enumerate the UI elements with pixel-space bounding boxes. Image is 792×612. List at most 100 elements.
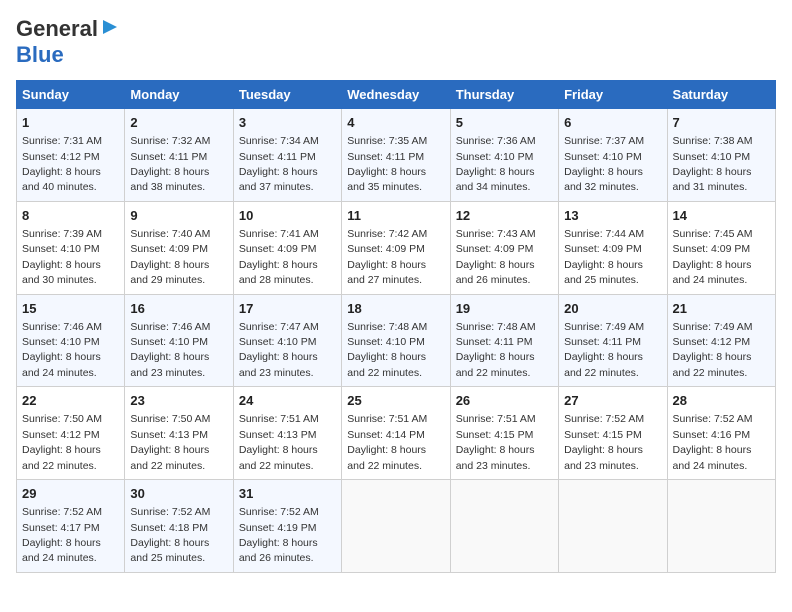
sunrise-text: Sunrise: 7:40 AMSunset: 4:09 PMDaylight:… [130, 228, 210, 286]
calendar-cell: 24 Sunrise: 7:51 AMSunset: 4:13 PMDayligh… [233, 387, 341, 480]
day-number: 27 [564, 392, 661, 410]
day-number: 21 [673, 300, 770, 318]
calendar-cell: 31 Sunrise: 7:52 AMSunset: 4:19 PMDayligh… [233, 480, 341, 573]
day-number: 6 [564, 114, 661, 132]
day-number: 30 [130, 485, 227, 503]
calendar-cell: 11 Sunrise: 7:42 AMSunset: 4:09 PMDayligh… [342, 201, 450, 294]
sunrise-text: Sunrise: 7:48 AMSunset: 4:10 PMDaylight:… [347, 321, 427, 379]
day-number: 9 [130, 207, 227, 225]
calendar-cell: 1Sunrise: 7:31 AMSunset: 4:12 PMDaylight… [17, 109, 125, 202]
sunrise-text: Sunrise: 7:52 AMSunset: 4:15 PMDaylight:… [564, 413, 644, 471]
calendar-cell: 17 Sunrise: 7:47 AMSunset: 4:10 PMDayligh… [233, 294, 341, 387]
calendar-table: SundayMondayTuesdayWednesdayThursdayFrid… [16, 80, 776, 573]
col-header-saturday: Saturday [667, 81, 775, 109]
sunrise-text: Sunrise: 7:47 AMSunset: 4:10 PMDaylight:… [239, 321, 319, 379]
calendar-cell: 5 Sunrise: 7:36 AMSunset: 4:10 PMDaylight… [450, 109, 558, 202]
day-number: 11 [347, 207, 444, 225]
calendar-cell: 2 Sunrise: 7:32 AMSunset: 4:11 PMDaylight… [125, 109, 233, 202]
sunrise-text: Sunrise: 7:42 AMSunset: 4:09 PMDaylight:… [347, 228, 427, 286]
calendar-cell: 3 Sunrise: 7:34 AMSunset: 4:11 PMDaylight… [233, 109, 341, 202]
calendar-cell: 16 Sunrise: 7:46 AMSunset: 4:10 PMDayligh… [125, 294, 233, 387]
calendar-cell: 13 Sunrise: 7:44 AMSunset: 4:09 PMDayligh… [559, 201, 667, 294]
sunrise-text: Sunrise: 7:41 AMSunset: 4:09 PMDaylight:… [239, 228, 319, 286]
calendar-cell [559, 480, 667, 573]
day-number: 23 [130, 392, 227, 410]
sunrise-text: Sunrise: 7:46 AMSunset: 4:10 PMDaylight:… [130, 321, 210, 379]
day-number: 3 [239, 114, 336, 132]
sunrise-text: Sunrise: 7:51 AMSunset: 4:14 PMDaylight:… [347, 413, 427, 471]
calendar-cell: 10Sunrise: 7:41 AMSunset: 4:09 PMDayligh… [233, 201, 341, 294]
sunrise-text: Sunrise: 7:50 AMSunset: 4:12 PMDaylight:… [22, 413, 102, 471]
page-header: General Blue [16, 16, 776, 68]
day-number: 22 [22, 392, 119, 410]
sunrise-text: Sunrise: 7:52 AMSunset: 4:19 PMDaylight:… [239, 506, 319, 564]
calendar-cell: 9 Sunrise: 7:40 AMSunset: 4:09 PMDaylight… [125, 201, 233, 294]
col-header-sunday: Sunday [17, 81, 125, 109]
col-header-monday: Monday [125, 81, 233, 109]
day-number: 20 [564, 300, 661, 318]
sunrise-text: Sunrise: 7:34 AMSunset: 4:11 PMDaylight:… [239, 135, 319, 193]
calendar-cell [342, 480, 450, 573]
sunrise-text: Sunrise: 7:38 AMSunset: 4:10 PMDaylight:… [673, 135, 753, 193]
day-number: 7 [673, 114, 770, 132]
logo: General Blue [16, 16, 119, 68]
sunrise-text: Sunrise: 7:44 AMSunset: 4:09 PMDaylight:… [564, 228, 644, 286]
calendar-cell: 26 Sunrise: 7:51 AMSunset: 4:15 PMDayligh… [450, 387, 558, 480]
calendar-cell: 7 Sunrise: 7:38 AMSunset: 4:10 PMDaylight… [667, 109, 775, 202]
day-number: 5 [456, 114, 553, 132]
day-number: 4 [347, 114, 444, 132]
logo-general: General [16, 16, 98, 42]
day-number: 14 [673, 207, 770, 225]
day-number: 16 [130, 300, 227, 318]
sunrise-text: Sunrise: 7:49 AMSunset: 4:12 PMDaylight:… [673, 321, 753, 379]
sunrise-text: Sunrise: 7:35 AMSunset: 4:11 PMDaylight:… [347, 135, 427, 193]
calendar-cell: 4 Sunrise: 7:35 AMSunset: 4:11 PMDaylight… [342, 109, 450, 202]
calendar-cell: 12 Sunrise: 7:43 AMSunset: 4:09 PMDayligh… [450, 201, 558, 294]
day-number: 25 [347, 392, 444, 410]
logo-arrow-icon [101, 18, 119, 41]
calendar-cell: 30 Sunrise: 7:52 AMSunset: 4:18 PMDayligh… [125, 480, 233, 573]
day-number: 2 [130, 114, 227, 132]
day-number: 24 [239, 392, 336, 410]
sunrise-text: Sunrise: 7:52 AMSunset: 4:16 PMDaylight:… [673, 413, 753, 471]
day-number: 18 [347, 300, 444, 318]
calendar-cell: 27 Sunrise: 7:52 AMSunset: 4:15 PMDayligh… [559, 387, 667, 480]
calendar-cell: 21 Sunrise: 7:49 AMSunset: 4:12 PMDayligh… [667, 294, 775, 387]
sunrise-text: Sunrise: 7:37 AMSunset: 4:10 PMDaylight:… [564, 135, 644, 193]
sunrise-text: Sunrise: 7:36 AMSunset: 4:10 PMDaylight:… [456, 135, 536, 193]
calendar-cell: 6 Sunrise: 7:37 AMSunset: 4:10 PMDaylight… [559, 109, 667, 202]
calendar-cell: 22 Sunrise: 7:50 AMSunset: 4:12 PMDayligh… [17, 387, 125, 480]
calendar-cell: 25 Sunrise: 7:51 AMSunset: 4:14 PMDayligh… [342, 387, 450, 480]
calendar-cell: 18 Sunrise: 7:48 AMSunset: 4:10 PMDayligh… [342, 294, 450, 387]
calendar-cell: 20 Sunrise: 7:49 AMSunset: 4:11 PMDayligh… [559, 294, 667, 387]
sunrise-text: Sunrise: 7:48 AMSunset: 4:11 PMDaylight:… [456, 321, 536, 379]
sunrise-text: Sunrise: 7:32 AMSunset: 4:11 PMDaylight:… [130, 135, 210, 193]
calendar-cell: 23 Sunrise: 7:50 AMSunset: 4:13 PMDayligh… [125, 387, 233, 480]
logo-blue: Blue [16, 42, 64, 67]
sunrise-text: Sunrise: 7:43 AMSunset: 4:09 PMDaylight:… [456, 228, 536, 286]
sunrise-text: Sunrise: 7:31 AMSunset: 4:12 PMDaylight:… [22, 135, 102, 193]
calendar-cell: 19 Sunrise: 7:48 AMSunset: 4:11 PMDayligh… [450, 294, 558, 387]
sunrise-text: Sunrise: 7:51 AMSunset: 4:15 PMDaylight:… [456, 413, 536, 471]
calendar-cell: 8Sunrise: 7:39 AMSunset: 4:10 PMDaylight… [17, 201, 125, 294]
day-number: 28 [673, 392, 770, 410]
day-number: 31 [239, 485, 336, 503]
day-number: 15 [22, 300, 119, 318]
sunrise-text: Sunrise: 7:45 AMSunset: 4:09 PMDaylight:… [673, 228, 753, 286]
col-header-wednesday: Wednesday [342, 81, 450, 109]
sunrise-text: Sunrise: 7:51 AMSunset: 4:13 PMDaylight:… [239, 413, 319, 471]
sunrise-text: Sunrise: 7:50 AMSunset: 4:13 PMDaylight:… [130, 413, 210, 471]
sunrise-text: Sunrise: 7:52 AMSunset: 4:18 PMDaylight:… [130, 506, 210, 564]
day-number: 17 [239, 300, 336, 318]
col-header-thursday: Thursday [450, 81, 558, 109]
day-number: 29 [22, 485, 119, 503]
day-number: 19 [456, 300, 553, 318]
calendar-cell: 15 Sunrise: 7:46 AMSunset: 4:10 PMDayligh… [17, 294, 125, 387]
day-number: 13 [564, 207, 661, 225]
day-number: 26 [456, 392, 553, 410]
sunrise-text: Sunrise: 7:46 AMSunset: 4:10 PMDaylight:… [22, 321, 102, 379]
col-header-tuesday: Tuesday [233, 81, 341, 109]
sunrise-text: Sunrise: 7:49 AMSunset: 4:11 PMDaylight:… [564, 321, 644, 379]
calendar-cell: 29Sunrise: 7:52 AMSunset: 4:17 PMDayligh… [17, 480, 125, 573]
day-number: 12 [456, 207, 553, 225]
